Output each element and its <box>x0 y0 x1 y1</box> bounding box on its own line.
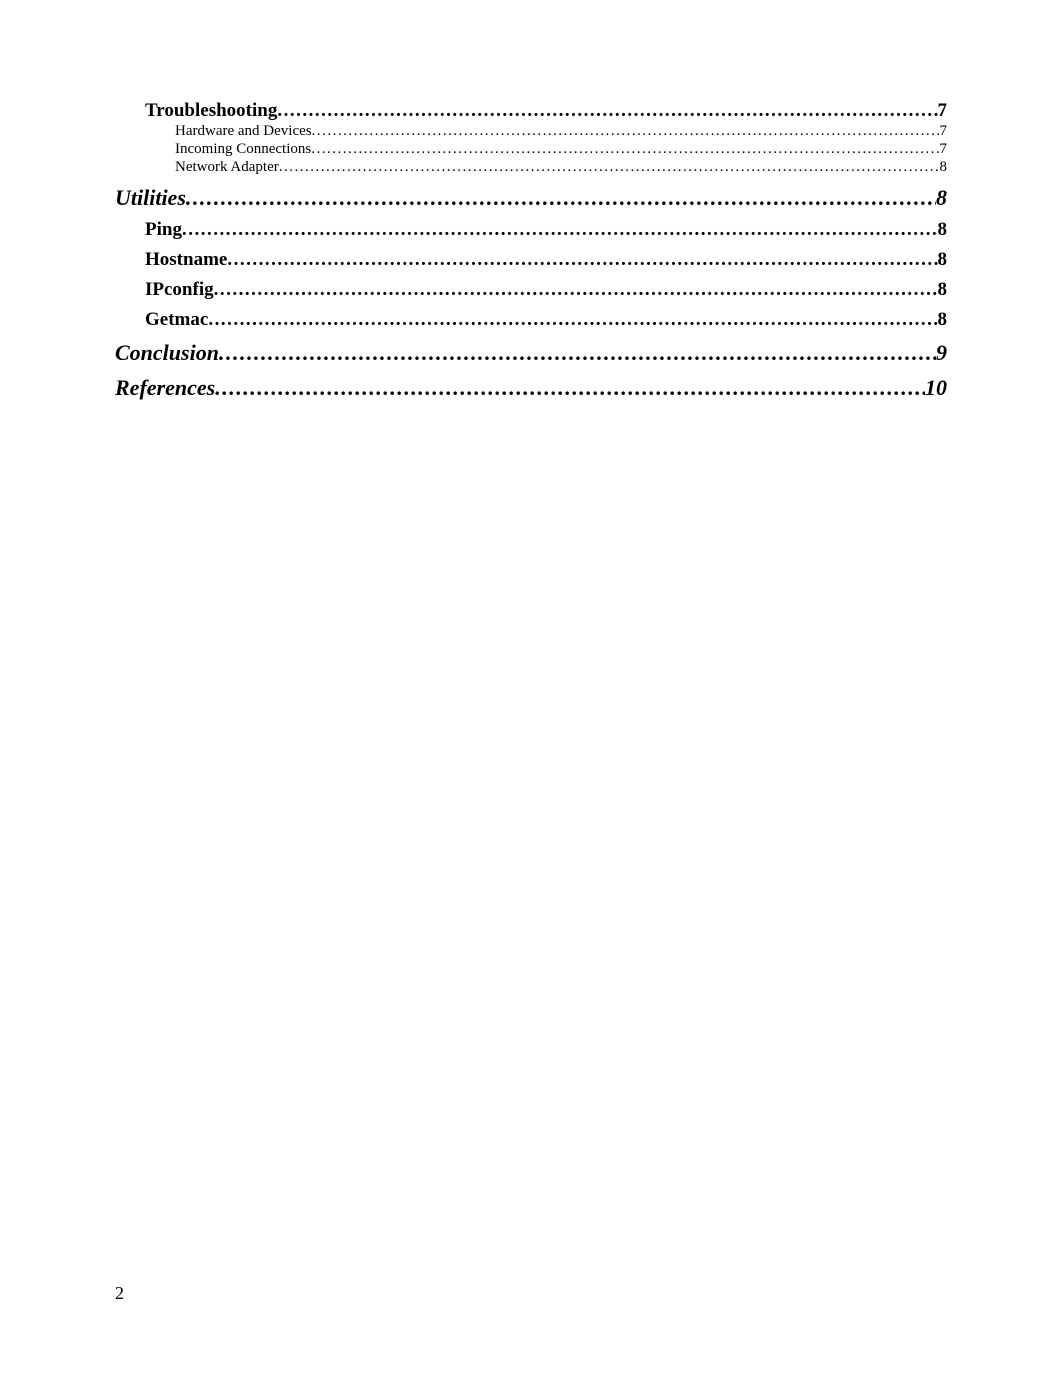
toc-entry-title: Incoming Connections <box>175 140 311 158</box>
toc-entry-title: Getmac <box>145 309 208 331</box>
toc-entry[interactable]: Incoming Connections....................… <box>115 140 947 158</box>
toc-entry-page: 8 <box>938 219 948 241</box>
toc-dots: ........................................… <box>312 122 940 140</box>
toc-entry-title: Utilities <box>115 185 186 211</box>
toc-entry-title: Ping <box>145 219 182 241</box>
toc-entry[interactable]: Network Adapter.........................… <box>115 158 947 176</box>
toc-entry-title: References <box>115 375 215 401</box>
toc-entry[interactable]: Ping....................................… <box>115 219 947 241</box>
table-of-contents: Troubleshooting.........................… <box>115 100 947 401</box>
toc-entry-page: 8 <box>938 279 948 301</box>
toc-entry[interactable]: Utilities...............................… <box>115 185 947 211</box>
toc-entry[interactable]: Conclusion..............................… <box>115 340 947 366</box>
toc-entry[interactable]: Getmac..................................… <box>115 309 947 331</box>
toc-dots: ........................................… <box>215 375 925 401</box>
toc-dots: ........................................… <box>219 340 936 366</box>
toc-entry-page: 8 <box>940 158 948 176</box>
toc-entry[interactable]: Hardware and Devices....................… <box>115 122 947 140</box>
toc-entry-page: 10 <box>925 375 947 401</box>
toc-entry-page: 9 <box>936 340 947 366</box>
toc-entry[interactable]: Troubleshooting.........................… <box>115 100 947 122</box>
toc-entry-title: Network Adapter <box>175 158 279 176</box>
toc-entry-page: 8 <box>936 185 947 211</box>
toc-entry-title: Conclusion <box>115 340 219 366</box>
toc-entry-title: Hostname <box>145 249 227 271</box>
toc-entry-page: 7 <box>940 140 948 158</box>
toc-entry-page: 7 <box>938 100 948 122</box>
toc-dots: ........................................… <box>182 219 938 241</box>
toc-entry-page: 8 <box>938 249 948 271</box>
toc-dots: ........................................… <box>208 309 937 331</box>
toc-dots: ........................................… <box>277 100 937 122</box>
toc-dots: ........................................… <box>186 185 936 211</box>
page-number: 2 <box>115 1283 124 1304</box>
toc-entry-title: Troubleshooting <box>145 100 277 122</box>
toc-entry-title: Hardware and Devices <box>175 122 312 140</box>
toc-dots: ........................................… <box>311 140 939 158</box>
toc-entry[interactable]: References..............................… <box>115 375 947 401</box>
toc-dots: ........................................… <box>214 279 938 301</box>
toc-entry[interactable]: IPconfig................................… <box>115 279 947 301</box>
toc-entry-title: IPconfig <box>145 279 214 301</box>
toc-entry-page: 7 <box>940 122 948 140</box>
toc-dots: ........................................… <box>279 158 940 176</box>
toc-dots: ........................................… <box>227 249 937 271</box>
toc-entry-page: 8 <box>938 309 948 331</box>
toc-entry[interactable]: Hostname................................… <box>115 249 947 271</box>
